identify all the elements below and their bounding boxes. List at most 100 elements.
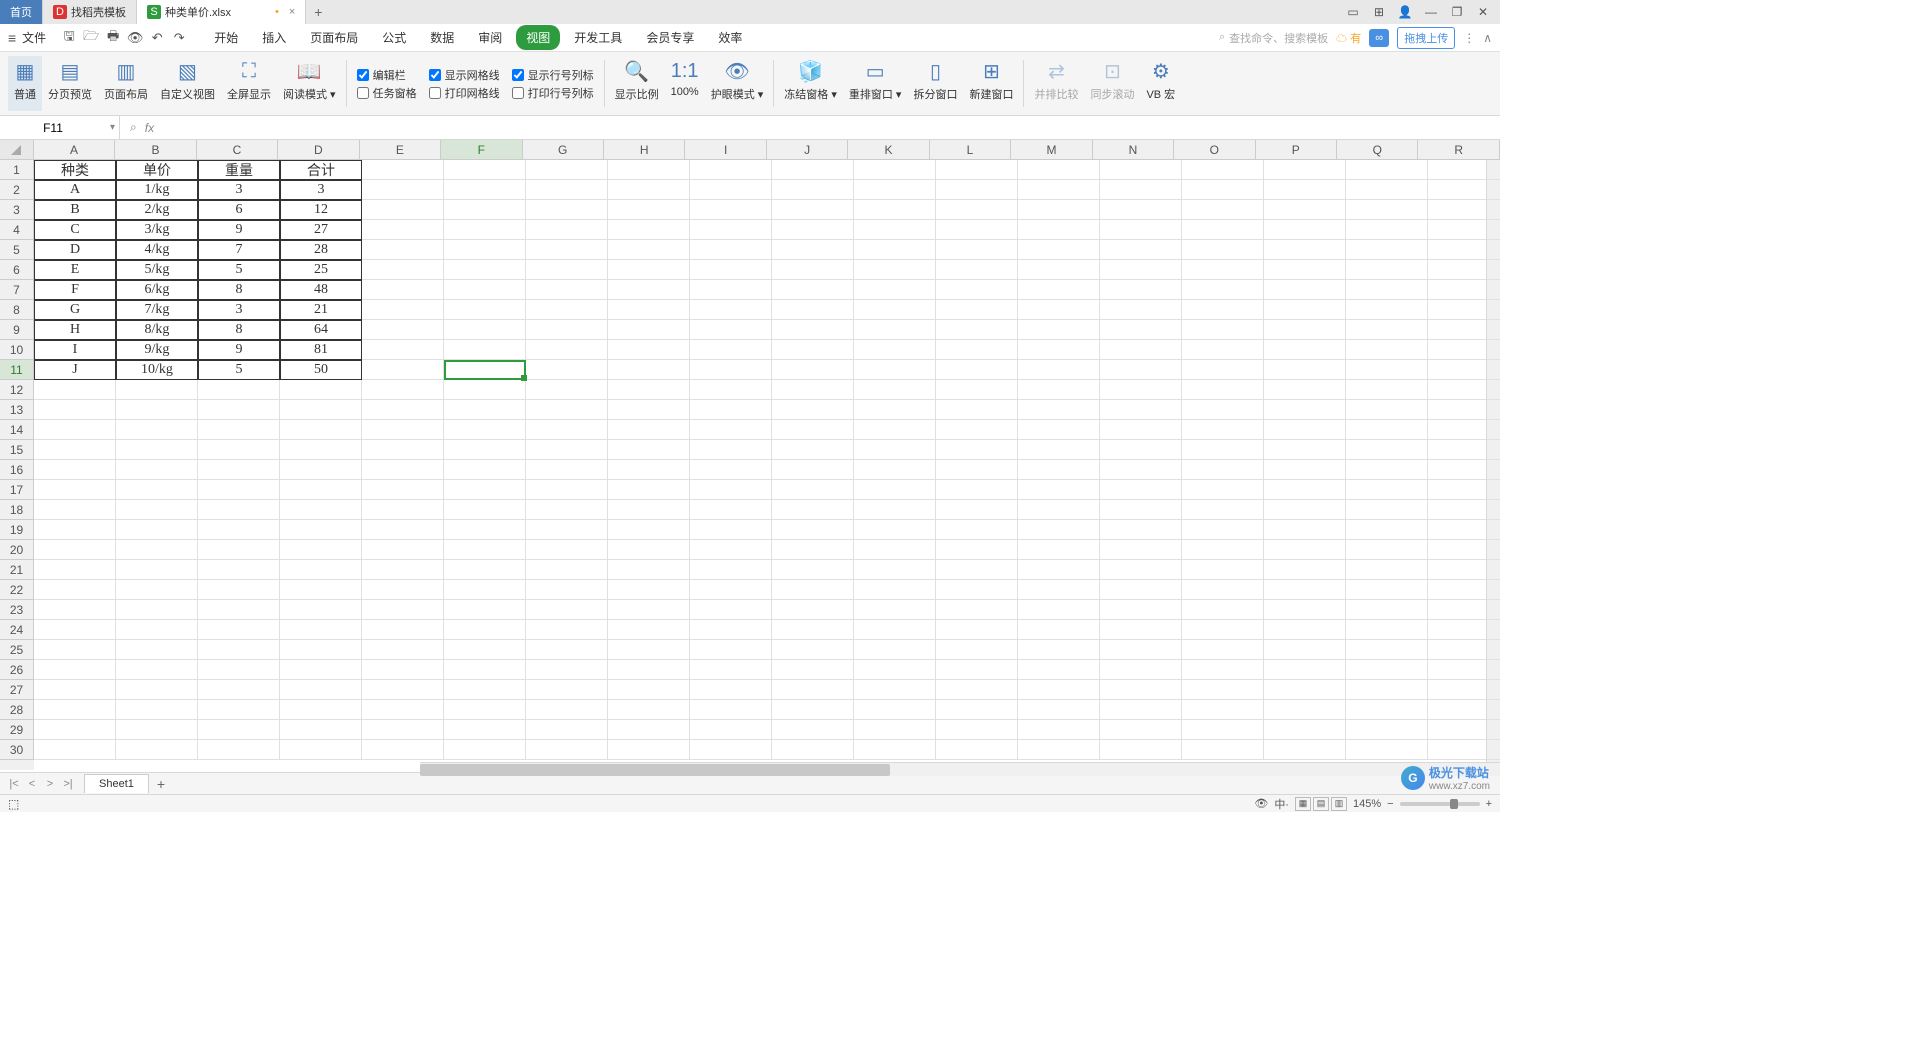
cell[interactable] (1428, 400, 1500, 420)
cell[interactable] (34, 440, 116, 460)
cell[interactable] (690, 560, 772, 580)
cell[interactable] (444, 240, 526, 260)
cell[interactable] (1182, 380, 1264, 400)
cell[interactable] (1018, 180, 1100, 200)
cell[interactable] (198, 600, 280, 620)
menu-member[interactable]: 会员专享 (636, 25, 704, 50)
cell[interactable] (1182, 400, 1264, 420)
table-cell[interactable]: 3 (198, 180, 280, 200)
cell[interactable] (1100, 640, 1182, 660)
cell[interactable] (1264, 520, 1346, 540)
cell[interactable] (1264, 200, 1346, 220)
cell[interactable] (1428, 500, 1500, 520)
table-cell[interactable]: 5/kg (116, 260, 198, 280)
cell[interactable] (608, 400, 690, 420)
cell[interactable] (1100, 660, 1182, 680)
cell[interactable] (1018, 700, 1100, 720)
ribbon-check-打印行号列标[interactable]: 打印行号列标 (512, 85, 594, 101)
cell[interactable] (936, 340, 1018, 360)
cell[interactable] (280, 560, 362, 580)
cell[interactable] (1182, 220, 1264, 240)
cell[interactable] (1264, 720, 1346, 740)
cell[interactable] (1346, 680, 1428, 700)
row-header-6[interactable]: 6 (0, 260, 34, 280)
cell[interactable] (1264, 560, 1346, 580)
cell[interactable] (936, 580, 1018, 600)
cell[interactable] (1264, 480, 1346, 500)
cell[interactable] (1346, 200, 1428, 220)
cell[interactable] (444, 380, 526, 400)
cell[interactable] (772, 520, 854, 540)
cell[interactable] (116, 740, 198, 760)
cell[interactable] (1182, 180, 1264, 200)
grid-icon[interactable]: ⊞ (1370, 3, 1388, 21)
cell[interactable] (608, 200, 690, 220)
ribbon-tool-3[interactable]: 🧊冻结窗格 ▾ (778, 56, 843, 111)
cell[interactable] (854, 580, 936, 600)
cell[interactable] (280, 520, 362, 540)
row-header-20[interactable]: 20 (0, 540, 34, 560)
cell[interactable] (690, 280, 772, 300)
name-box-dropdown-icon[interactable]: ▾ (110, 122, 115, 133)
cell[interactable] (1346, 300, 1428, 320)
cell[interactable] (1018, 440, 1100, 460)
ribbon-view-5[interactable]: 📖阅读模式 ▾ (277, 56, 342, 111)
cell[interactable] (1018, 580, 1100, 600)
cell[interactable] (444, 420, 526, 440)
cell[interactable] (444, 400, 526, 420)
cell[interactable] (1264, 380, 1346, 400)
cell[interactable] (772, 460, 854, 480)
cell[interactable] (608, 540, 690, 560)
col-header-L[interactable]: L (930, 140, 1011, 159)
cell[interactable] (1100, 520, 1182, 540)
cell[interactable] (690, 160, 772, 180)
cell[interactable] (116, 480, 198, 500)
cell[interactable] (1346, 380, 1428, 400)
zoom-slider[interactable] (1400, 802, 1480, 806)
cell[interactable] (854, 240, 936, 260)
cell[interactable] (1100, 300, 1182, 320)
col-header-I[interactable]: I (685, 140, 766, 159)
cell[interactable] (1018, 600, 1100, 620)
table-cell[interactable]: 5 (198, 260, 280, 280)
col-header-F[interactable]: F (441, 140, 522, 159)
cell[interactable] (362, 260, 444, 280)
cell[interactable] (608, 620, 690, 640)
cell[interactable] (526, 700, 608, 720)
cell[interactable] (444, 180, 526, 200)
cell[interactable] (1018, 380, 1100, 400)
cell[interactable] (444, 320, 526, 340)
cell[interactable] (1346, 620, 1428, 640)
cell[interactable] (1100, 440, 1182, 460)
cell[interactable] (1264, 420, 1346, 440)
cell[interactable] (198, 700, 280, 720)
cell[interactable] (936, 480, 1018, 500)
table-cell[interactable]: 9/kg (116, 340, 198, 360)
cell[interactable] (1182, 240, 1264, 260)
cell[interactable] (1428, 380, 1500, 400)
cell[interactable] (772, 400, 854, 420)
cell[interactable] (362, 360, 444, 380)
cell[interactable] (1264, 160, 1346, 180)
cell[interactable] (608, 500, 690, 520)
cell[interactable] (1182, 340, 1264, 360)
cell[interactable] (1100, 560, 1182, 580)
table-cell[interactable]: 2/kg (116, 200, 198, 220)
cell[interactable] (1182, 680, 1264, 700)
cell[interactable] (116, 560, 198, 580)
cell[interactable] (1182, 280, 1264, 300)
ribbon-tool-2[interactable]: 👁护眼模式 ▾ (705, 56, 770, 111)
cell[interactable] (772, 440, 854, 460)
cell[interactable] (280, 380, 362, 400)
col-header-K[interactable]: K (848, 140, 929, 159)
col-header-D[interactable]: D (278, 140, 359, 159)
row-header-10[interactable]: 10 (0, 340, 34, 360)
cell[interactable] (362, 160, 444, 180)
cell[interactable] (690, 360, 772, 380)
cell[interactable] (936, 620, 1018, 640)
cell[interactable] (444, 540, 526, 560)
cell[interactable] (280, 700, 362, 720)
cell[interactable] (854, 640, 936, 660)
cell[interactable] (444, 280, 526, 300)
cell[interactable] (936, 380, 1018, 400)
